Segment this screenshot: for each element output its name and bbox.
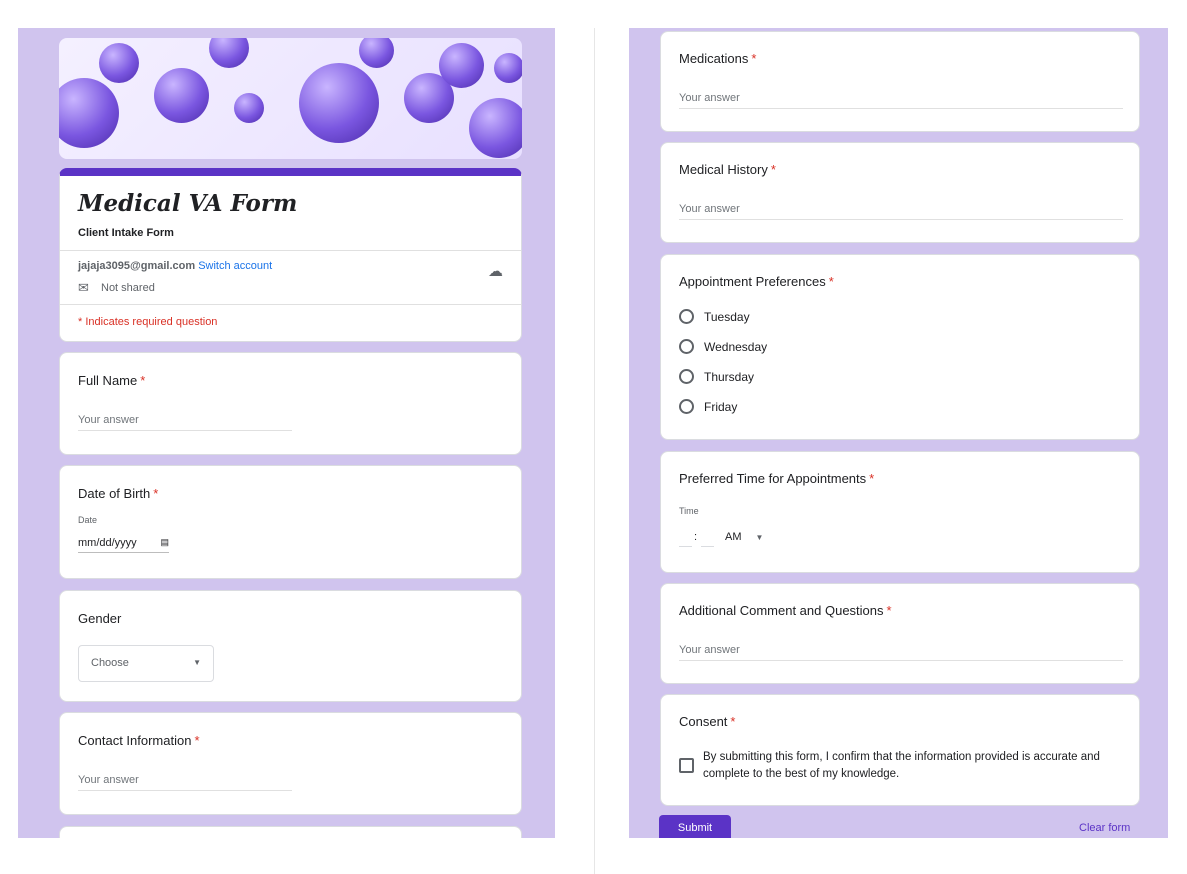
switch-account-link[interactable]: Switch account [198, 260, 272, 272]
gender-select[interactable]: Choose ▼ [78, 645, 214, 682]
not-shared-label: Not shared [101, 282, 155, 294]
option-label: Thursday [704, 369, 755, 384]
form-header-card: Medical VA Form Client Intake Form jajaj… [59, 168, 522, 342]
time-colon: : [694, 531, 698, 543]
medical-history-input[interactable]: Your answer [679, 203, 1123, 220]
required-asterisk: * [828, 274, 834, 289]
required-asterisk: * [869, 471, 875, 486]
question-preferred-time: Preferred Time for Appointments * Time : … [660, 451, 1140, 573]
consent-checkbox[interactable] [679, 758, 694, 773]
question-label: Full Name [78, 373, 138, 388]
question-date-of-birth: Date of Birth * Date mm/dd/yyyy ▤ [59, 465, 522, 579]
question-label: Preferred Time for Appointments [679, 471, 867, 486]
cloud-saved-icon: ☁ [488, 263, 503, 280]
question-gender: Gender Choose ▼ [59, 590, 522, 702]
minute-input[interactable] [701, 532, 714, 547]
question-label: Contact Information [78, 733, 192, 748]
required-asterisk: * [730, 714, 736, 729]
question-label: Medications [679, 51, 749, 66]
divider [594, 28, 595, 874]
account-email: jajaja3095@gmail.com [78, 260, 196, 272]
date-sublabel: Date [78, 515, 98, 525]
form-title: Medical VA Form [78, 190, 298, 217]
radio-circle-icon [679, 399, 694, 414]
question-additional-comments: Additional Comment and Questions * Your a… [660, 583, 1140, 684]
question-label: Date of Birth [78, 486, 151, 501]
radio-circle-icon [679, 369, 694, 384]
question-medications: Medications * Your answer [660, 31, 1140, 132]
radio-circle-icon [679, 339, 694, 354]
comments-input[interactable]: Your answer [679, 644, 1123, 661]
clear-form-link[interactable]: Clear form [1079, 822, 1130, 834]
required-asterisk: * [153, 486, 159, 501]
date-input[interactable]: mm/dd/yyyy ▤ [78, 537, 169, 553]
question-label: Medical History [679, 162, 768, 177]
next-question-card [59, 826, 522, 838]
time-sublabel: Time [679, 506, 699, 516]
required-asterisk: * [140, 373, 146, 388]
required-note: * Indicates required question [78, 316, 218, 328]
consent-text: By submitting this form, I confirm that … [703, 751, 1100, 780]
mail-icon: ✉ [78, 280, 89, 295]
hour-input[interactable] [679, 532, 692, 547]
radio-option-tuesday[interactable]: Tuesday [679, 309, 750, 324]
radio-option-wednesday[interactable]: Wednesday [679, 339, 767, 354]
required-asterisk: * [751, 51, 757, 66]
option-label: Friday [704, 399, 738, 414]
full-name-input[interactable]: Your answer [78, 414, 292, 431]
question-label: Gender [78, 611, 122, 626]
ampm-value: AM [725, 531, 742, 543]
radio-circle-icon [679, 309, 694, 324]
option-label: Tuesday [704, 309, 750, 324]
question-full-name: Full Name * Your answer [59, 352, 522, 455]
question-consent: Consent * By submitting this form, I conf… [660, 694, 1140, 806]
dropdown-arrow-icon: ▼ [755, 533, 764, 542]
question-contact-information: Contact Information * Your answer [59, 712, 522, 815]
gender-select-value: Choose [91, 657, 129, 669]
question-label: Appointment Preferences [679, 274, 826, 289]
required-asterisk: * [194, 733, 200, 748]
required-asterisk: * [886, 603, 892, 618]
question-label: Additional Comment and Questions [679, 603, 884, 618]
calendar-icon[interactable]: ▤ [160, 537, 169, 549]
header-banner-image [59, 38, 522, 159]
radio-option-friday[interactable]: Friday [679, 399, 737, 414]
contact-input[interactable]: Your answer [78, 774, 292, 791]
form-subtitle: Client Intake Form [78, 227, 174, 239]
submit-button[interactable]: Submit [659, 815, 731, 838]
question-label: Consent [679, 714, 728, 729]
medications-input[interactable]: Your answer [679, 92, 1123, 109]
option-label: Wednesday [704, 339, 768, 354]
question-appointment-preferences: Appointment Preferences * Tuesday Wednesd… [660, 254, 1140, 440]
question-medical-history: Medical History * Your answer [660, 142, 1140, 243]
date-placeholder: mm/dd/yyyy [78, 537, 137, 549]
required-asterisk: * [770, 162, 776, 177]
radio-option-thursday[interactable]: Thursday [679, 369, 754, 384]
dropdown-arrow-icon: ▼ [193, 658, 201, 667]
ampm-select[interactable]: AM ▼ [725, 531, 763, 543]
